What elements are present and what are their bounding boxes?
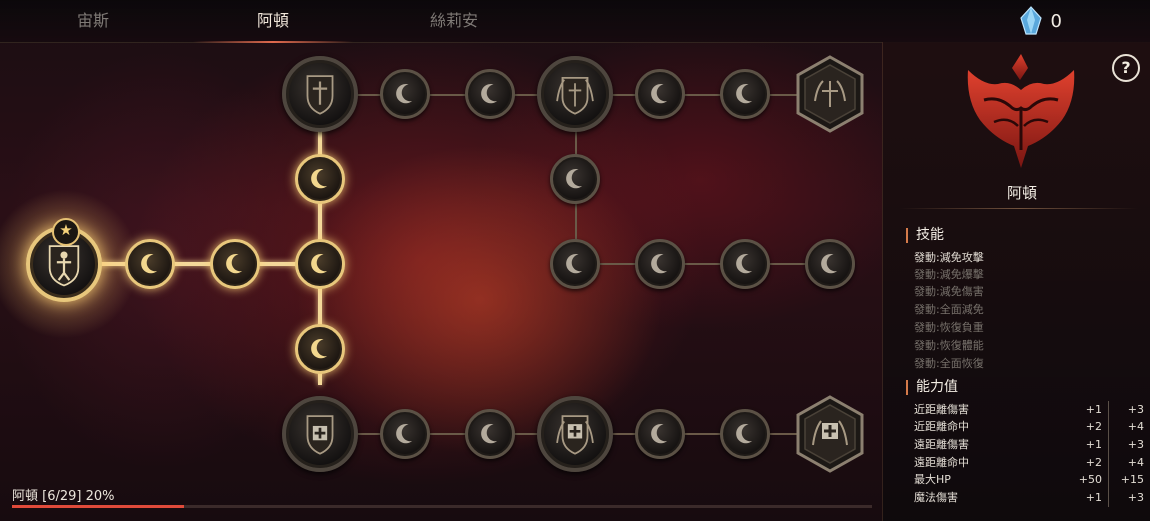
shield-icon xyxy=(306,75,334,115)
crescent-node[interactable] xyxy=(295,239,345,289)
cross-shield-node[interactable] xyxy=(282,396,358,472)
stat-max: +3 xyxy=(1127,403,1144,416)
crest-icon xyxy=(556,77,594,115)
class-emblem-icon xyxy=(967,54,1075,168)
stat-name: 魔法傷害 xyxy=(914,491,958,504)
crescent-moon-icon xyxy=(736,423,753,444)
skill-item: 發動:減免爆擊 xyxy=(914,268,984,281)
stat-max: +15 xyxy=(1120,473,1144,486)
cross-shield-icon xyxy=(306,415,334,455)
hex-node[interactable] xyxy=(795,55,865,133)
skill-item: 發動:減免攻擊 xyxy=(914,251,984,264)
hex-node[interactable] xyxy=(795,395,865,473)
currency-display: 0 xyxy=(1019,6,1062,36)
crescent-moon-icon xyxy=(651,423,668,444)
crescent-node[interactable] xyxy=(550,154,600,204)
skill-tree-screen: 宙斯 阿頓 絲莉安 0 ★ ? 阿頓 技能 發動:減免攻擊 發動:減免爆擊 發動… xyxy=(0,0,1150,521)
crescent-moon-icon xyxy=(821,253,838,274)
currency-value: 0 xyxy=(1050,10,1062,32)
crescent-node[interactable] xyxy=(720,69,770,119)
crescent-node[interactable] xyxy=(720,409,770,459)
stat-max: +3 xyxy=(1127,438,1144,451)
skill-item: 發動:減免傷害 xyxy=(914,285,984,298)
crescent-moon-icon xyxy=(141,253,158,274)
crescent-moon-icon xyxy=(311,168,328,189)
crescent-node[interactable] xyxy=(210,239,260,289)
crescent-moon-icon xyxy=(736,253,753,274)
crescent-node[interactable] xyxy=(635,239,685,289)
crescent-node[interactable] xyxy=(125,239,175,289)
crescent-moon-icon xyxy=(736,83,753,104)
connector xyxy=(575,263,831,265)
cross-emblem-icon xyxy=(796,395,864,473)
crescent-moon-icon xyxy=(651,253,668,274)
stat-max: +4 xyxy=(1127,456,1144,469)
crescent-moon-icon xyxy=(396,423,413,444)
skill-item: 發動:恢復體能 xyxy=(914,339,984,352)
crescent-node[interactable] xyxy=(295,154,345,204)
stat-current: +1 xyxy=(1085,491,1102,504)
crescent-moon-icon xyxy=(226,253,243,274)
crescent-moon-icon xyxy=(311,253,328,274)
stat-name: 遠距離命中 xyxy=(914,456,969,469)
crescent-node[interactable] xyxy=(550,239,600,289)
cross-crest-node[interactable] xyxy=(537,396,613,472)
progress-fill xyxy=(12,505,184,508)
crescent-node[interactable] xyxy=(380,409,430,459)
skill-tree: ★ xyxy=(0,0,880,521)
star-badge: ★ xyxy=(52,218,80,246)
progress-bar xyxy=(12,505,872,508)
crescent-node[interactable] xyxy=(465,409,515,459)
help-button[interactable]: ? xyxy=(1112,54,1140,82)
stat-max: +4 xyxy=(1127,420,1144,433)
stat-current: +2 xyxy=(1085,456,1102,469)
stat-name: 近距離傷害 xyxy=(914,403,969,416)
skills-title: 技能 xyxy=(906,228,944,243)
stat-current: +2 xyxy=(1085,420,1102,433)
stat-separator xyxy=(1108,471,1109,489)
emblem-icon xyxy=(796,55,864,133)
stat-separator xyxy=(1108,418,1109,436)
stat-name: 近距離命中 xyxy=(914,420,969,433)
stat-current: +1 xyxy=(1085,438,1102,451)
crescent-node[interactable] xyxy=(635,69,685,119)
crescent-node[interactable] xyxy=(805,239,855,289)
crescent-moon-icon xyxy=(311,338,328,359)
stat-separator xyxy=(1108,454,1109,472)
cross-crest-icon xyxy=(556,415,594,455)
stat-current: +1 xyxy=(1085,403,1102,416)
crescent-moon-icon xyxy=(481,83,498,104)
skill-item: 發動:恢復負重 xyxy=(914,321,984,334)
skill-item: 發動:全面減免 xyxy=(914,303,984,316)
class-name: 阿頓 xyxy=(1006,184,1037,202)
panel-divider xyxy=(900,208,1138,209)
crescent-node[interactable] xyxy=(380,69,430,119)
crescent-moon-icon xyxy=(566,253,583,274)
crescent-moon-icon xyxy=(481,423,498,444)
skill-item: 發動:全面恢復 xyxy=(914,357,984,370)
crescent-node[interactable] xyxy=(635,409,685,459)
shield-node[interactable] xyxy=(282,56,358,132)
crescent-node[interactable] xyxy=(720,239,770,289)
crescent-moon-icon xyxy=(566,168,583,189)
crescent-moon-icon xyxy=(396,83,413,104)
progress-label: 阿頓 [6/29] 20% xyxy=(12,489,115,504)
stat-separator xyxy=(1108,489,1109,507)
stat-max: +3 xyxy=(1127,491,1144,504)
stat-name: 遠距離傷害 xyxy=(914,438,969,451)
crescent-node[interactable] xyxy=(465,69,515,119)
crystal-icon xyxy=(1019,6,1042,35)
stats-title: 能力值 xyxy=(906,380,958,395)
crescent-moon-icon xyxy=(651,83,668,104)
stat-current: +50 xyxy=(1078,473,1102,486)
stat-name: 最大HP xyxy=(914,473,951,486)
stat-separator xyxy=(1108,401,1109,419)
stat-separator xyxy=(1108,436,1109,454)
crescent-node[interactable] xyxy=(295,324,345,374)
crest-node[interactable] xyxy=(537,56,613,132)
